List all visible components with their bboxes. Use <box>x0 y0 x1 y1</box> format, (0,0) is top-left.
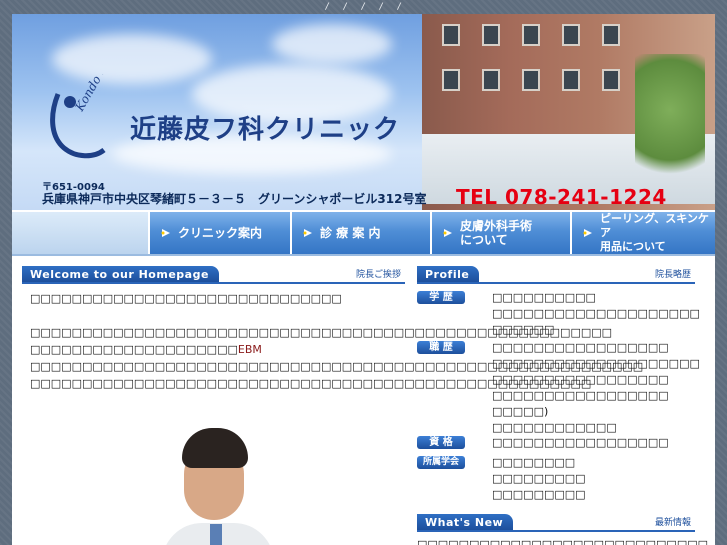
welcome-paragraph: □□□□□□□□□□□□□□□□□□□□□□□□□□□□□□□□□□□□□□□□… <box>30 326 613 339</box>
clinic-logo-icon: Kondo clinic <box>50 74 122 159</box>
nav-consultation[interactable]: 診 療 案 内 <box>292 212 432 254</box>
cloud <box>272 24 392 64</box>
address: 兵庫県神戸市中央区琴緒町５－３－５ グリーンシャポービル312号室 <box>42 192 427 206</box>
welcome-paragraph: □□□□□□□□□□□□□□□□□□□□□□□□□□□□□□□□□□□□□□□□… <box>30 377 592 390</box>
arrow-icon <box>161 229 170 237</box>
svg-text:Kondo clinic: Kondo clinic <box>72 74 122 114</box>
section-subtitle: 最新情報 <box>654 518 691 528</box>
phone-number: TEL 078-241-1224 <box>456 185 667 209</box>
nav-label: 診 療 案 内 <box>320 226 381 240</box>
nav-label: 皮膚外科手術 について <box>460 219 533 247</box>
arrow-icon <box>443 229 452 237</box>
profile-line: □□□□□□□□□□□□□□□□□□□□ <box>492 307 700 320</box>
profile-header: Profile 院長略歴 <box>417 266 695 284</box>
welcome-header: Welcome to our Homepage 院長ご挨拶 <box>22 266 405 284</box>
profile-line: □□□□□□□□□□ <box>492 291 596 304</box>
main-nav: クリニック案内 診 療 案 内 皮膚外科手術 について ピーリング、スキンケア … <box>12 210 715 256</box>
profile-line: □□□□□□□□□□□□□□□□□ <box>492 389 669 402</box>
top-link[interactable]: / <box>343 2 349 14</box>
career-badge: 職 歴 <box>417 341 465 354</box>
top-link[interactable]: / <box>379 2 385 14</box>
header-banner: Kondo clinic 近藤皮フ科クリニック 〒651-0094 兵庫県神戸市… <box>12 14 715 210</box>
section-subtitle: 院長略歴 <box>654 270 691 280</box>
license-badge: 資 格 <box>417 436 465 449</box>
society-badge: 所属学会 <box>417 456 465 469</box>
section-subtitle: 院長ご挨拶 <box>355 270 401 280</box>
arrow-icon <box>303 229 312 237</box>
section-title: Profile <box>417 266 480 282</box>
top-links: / / / / / <box>0 0 727 14</box>
section-title: Welcome to our Homepage <box>22 266 219 282</box>
news-item[interactable]: □□□□□□□□□□□□□□□□□□□□□□□□□□□□ <box>417 538 708 545</box>
top-link[interactable]: / <box>397 2 403 14</box>
education-badge: 学 歴 <box>417 291 465 304</box>
ebm-label: EBM <box>237 343 262 356</box>
section-title: What's New <box>417 514 514 530</box>
profile-line: □□□□□□□□ <box>492 456 576 469</box>
nav-surgery[interactable]: 皮膚外科手術 について <box>432 212 572 254</box>
profile-line: □□□□□□□□□□□□□□□□□ <box>492 436 669 449</box>
nav-label: クリニック案内 <box>178 226 263 240</box>
profile-line: □□□□□□ <box>492 323 555 336</box>
news-list: □□□□□□□□□□□□□□□□□□□□□□□□□□□□ <box>417 538 708 545</box>
top-link[interactable]: / <box>361 2 367 14</box>
nav-clinic-info[interactable]: クリニック案内 <box>150 212 292 254</box>
top-link[interactable]: / <box>325 2 331 14</box>
profile-line: □□□□□□□□□ <box>492 472 586 485</box>
welcome-paragraph: □□□□□□□□□□□□□□□□□□□□□□□□□□□□□□□□□□□□□□□□… <box>30 360 644 373</box>
nav-label: ピーリング、スキンケア 用品について <box>600 212 709 253</box>
news-header: What's New 最新情報 <box>417 514 695 532</box>
nav-peeling[interactable]: ピーリング、スキンケア 用品について <box>572 212 715 254</box>
welcome-paragraph: □□□□□□□□□□□□□□□□□□□□EBM <box>30 343 262 356</box>
page-container: Kondo clinic 近藤皮フ科クリニック 〒651-0094 兵庫県神戸市… <box>12 14 715 545</box>
profile-line: □□□□□□□□□□□□ <box>492 421 617 434</box>
arrow-icon <box>583 229 592 237</box>
welcome-paragraph: □□□□□□□□□□□□□□□□□□□□□□□□□□□□□□ <box>30 292 342 305</box>
profile-line: □□□□□□□□□□□□□□□□□ <box>492 341 669 354</box>
nav-spacer <box>12 212 150 254</box>
doctor-photo <box>162 428 274 545</box>
welcome-text: □□□□□□□□□□□□□□□□□□□□□□□□□□□□□□ □□□□□□□□□… <box>30 290 644 392</box>
profile-line: □□□□□□□□□□□□□□□□□ <box>492 373 669 386</box>
profile-line: □□□□□) <box>492 405 549 418</box>
clinic-building-photo <box>422 14 715 210</box>
profile-line: □□□□□□□□□□□□□□□□□□□□ <box>492 357 700 370</box>
profile-line: □□□□□□□□□ <box>492 488 586 501</box>
clinic-name: 近藤皮フ科クリニック <box>130 115 401 145</box>
